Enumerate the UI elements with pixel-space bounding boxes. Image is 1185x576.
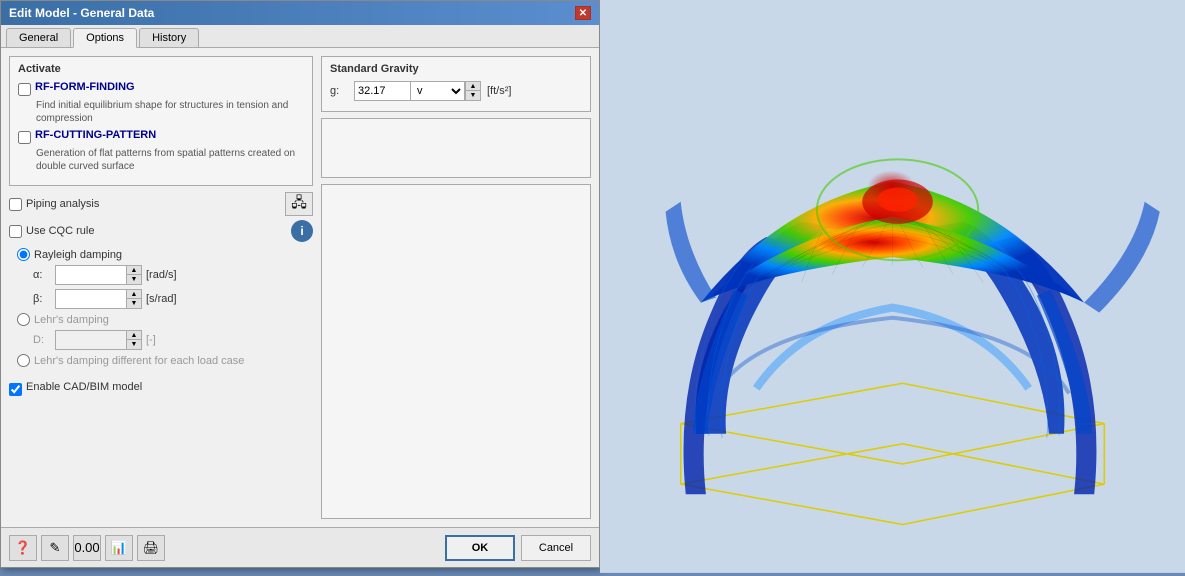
gravity-title: Standard Gravity: [330, 63, 582, 75]
visualization-panel: [600, 0, 1185, 576]
beta-spinner-btns: ▲ ▼: [126, 290, 141, 308]
dialog-title: Edit Model - General Data: [9, 6, 154, 20]
dialog-footer: ❓ ✎ 0.00 📊 🖨 OK Cancel: [1, 527, 599, 567]
g-spinner: v ▲ ▼: [354, 81, 481, 101]
footer-chart-button[interactable]: 📊: [105, 535, 133, 561]
footer-help-button[interactable]: ❓: [9, 535, 37, 561]
g-unit: [ft/s²]: [487, 85, 511, 97]
cqc-checkbox[interactable]: [9, 225, 22, 238]
beta-unit: [s/rad]: [146, 293, 177, 305]
beta-spinner: ▲ ▼: [55, 289, 142, 309]
d-row: D: ▲ ▼ [-]: [33, 330, 313, 350]
beta-row: β: ▲ ▼ [s/rad]: [33, 289, 313, 309]
lehrs-radio[interactable]: [17, 313, 30, 326]
cqc-row: Use CQC rule i: [9, 220, 313, 242]
right-panel: Standard Gravity g: v ▲ ▼: [321, 56, 591, 519]
tab-general[interactable]: General: [6, 28, 71, 47]
gravity-group: Standard Gravity g: v ▲ ▼: [321, 56, 591, 112]
beta-up-btn[interactable]: ▲: [127, 290, 141, 299]
d-input[interactable]: [56, 331, 126, 349]
d-section: D: ▲ ▼ [-]: [33, 330, 313, 350]
alpha-section: α: ▲ ▼ [rad/s]: [33, 265, 313, 309]
cancel-button[interactable]: Cancel: [521, 535, 591, 561]
rayleigh-label: Rayleigh damping: [34, 249, 122, 261]
footer-print-button[interactable]: 🖨: [137, 535, 165, 561]
edit-model-dialog: Edit Model - General Data ✕ General Opti…: [0, 0, 600, 568]
g-row: g: v ▲ ▼ [ft/s²]: [330, 81, 582, 101]
g-down-btn[interactable]: ▼: [466, 91, 480, 100]
close-button[interactable]: ✕: [575, 6, 591, 20]
g-dropdown[interactable]: v: [410, 81, 465, 101]
cad-bim-checkbox[interactable]: [9, 383, 22, 396]
rayleigh-radio-row: Rayleigh damping: [17, 248, 313, 261]
g-spinner-btns: ▲ ▼: [465, 82, 480, 100]
d-unit: [-]: [146, 334, 156, 346]
cutting-pattern-label: RF-CUTTING-PATTERN: [35, 129, 156, 141]
alpha-spinner: ▲ ▼: [55, 265, 142, 285]
d-label: D:: [33, 334, 51, 346]
g-input[interactable]: [355, 82, 410, 100]
title-bar: Edit Model - General Data ✕: [1, 1, 599, 25]
d-spinner: ▲ ▼: [55, 330, 142, 350]
alpha-down-btn[interactable]: ▼: [127, 275, 141, 284]
cutting-pattern-checkbox[interactable]: [18, 131, 31, 144]
lehrs-radio-row: Lehr's damping: [17, 313, 313, 326]
rayleigh-radio[interactable]: [17, 248, 30, 261]
activate-section: Activate RF-FORM-FINDING Find initial eq…: [9, 56, 313, 186]
alpha-up-btn[interactable]: ▲: [127, 266, 141, 275]
piping-cqc-section: Piping analysis 🖧 Use CQC rule i: [9, 192, 313, 242]
g-label: g:: [330, 85, 348, 97]
cad-bim-label: Enable CAD/BIM model: [26, 381, 142, 393]
g-up-btn[interactable]: ▲: [466, 82, 480, 91]
ok-button[interactable]: OK: [445, 535, 515, 561]
beta-input[interactable]: [56, 290, 126, 308]
d-up-btn[interactable]: ▲: [127, 331, 141, 340]
piping-checkbox[interactable]: [9, 198, 22, 211]
spacer-box-2: [321, 184, 591, 519]
alpha-row: α: ▲ ▼ [rad/s]: [33, 265, 313, 285]
lehrs-each-label: Lehr's damping different for each load c…: [34, 355, 244, 367]
info-button[interactable]: i: [291, 220, 313, 242]
alpha-input[interactable]: [56, 266, 126, 284]
cad-bim-row: Enable CAD/BIM model: [9, 381, 313, 396]
cutting-pattern-row: RF-CUTTING-PATTERN: [18, 129, 304, 144]
footer-right-buttons: OK Cancel: [445, 535, 591, 561]
form-finding-desc: Find initial equilibrium shape for struc…: [36, 99, 304, 125]
left-panel: Activate RF-FORM-FINDING Find initial eq…: [9, 56, 313, 519]
alpha-unit: [rad/s]: [146, 269, 177, 281]
footer-left-buttons: ❓ ✎ 0.00 📊 🖨: [9, 535, 165, 561]
tab-bar: General Options History: [1, 25, 599, 48]
d-down-btn[interactable]: ▼: [127, 340, 141, 349]
piping-icon-button[interactable]: 🖧: [285, 192, 313, 216]
piping-label: Piping analysis: [26, 198, 99, 210]
lehrs-each-radio-row: Lehr's damping different for each load c…: [17, 354, 313, 367]
activate-title: Activate: [18, 63, 304, 75]
damping-section: Rayleigh damping α: ▲ ▼: [17, 248, 313, 369]
form-finding-row: RF-FORM-FINDING: [18, 81, 304, 96]
piping-row: Piping analysis 🖧: [9, 192, 313, 216]
alpha-label: α:: [33, 269, 51, 281]
dialog-body: Activate RF-FORM-FINDING Find initial eq…: [1, 48, 599, 527]
form-finding-label: RF-FORM-FINDING: [35, 81, 135, 93]
footer-edit-button[interactable]: ✎: [41, 535, 69, 561]
beta-label: β:: [33, 293, 51, 305]
spacer-box-1: [321, 118, 591, 178]
cqc-label: Use CQC rule: [26, 225, 94, 237]
beta-down-btn[interactable]: ▼: [127, 299, 141, 308]
lehrs-each-radio[interactable]: [17, 354, 30, 367]
tab-history[interactable]: History: [139, 28, 199, 47]
footer-decimal-button[interactable]: 0.00: [73, 535, 101, 561]
alpha-spinner-btns: ▲ ▼: [126, 266, 141, 284]
cutting-pattern-desc: Generation of flat patterns from spatial…: [36, 147, 304, 173]
tab-options[interactable]: Options: [73, 28, 137, 48]
d-spinner-btns: ▲ ▼: [126, 331, 141, 349]
form-finding-checkbox[interactable]: [18, 83, 31, 96]
lehrs-label: Lehr's damping: [34, 314, 109, 326]
